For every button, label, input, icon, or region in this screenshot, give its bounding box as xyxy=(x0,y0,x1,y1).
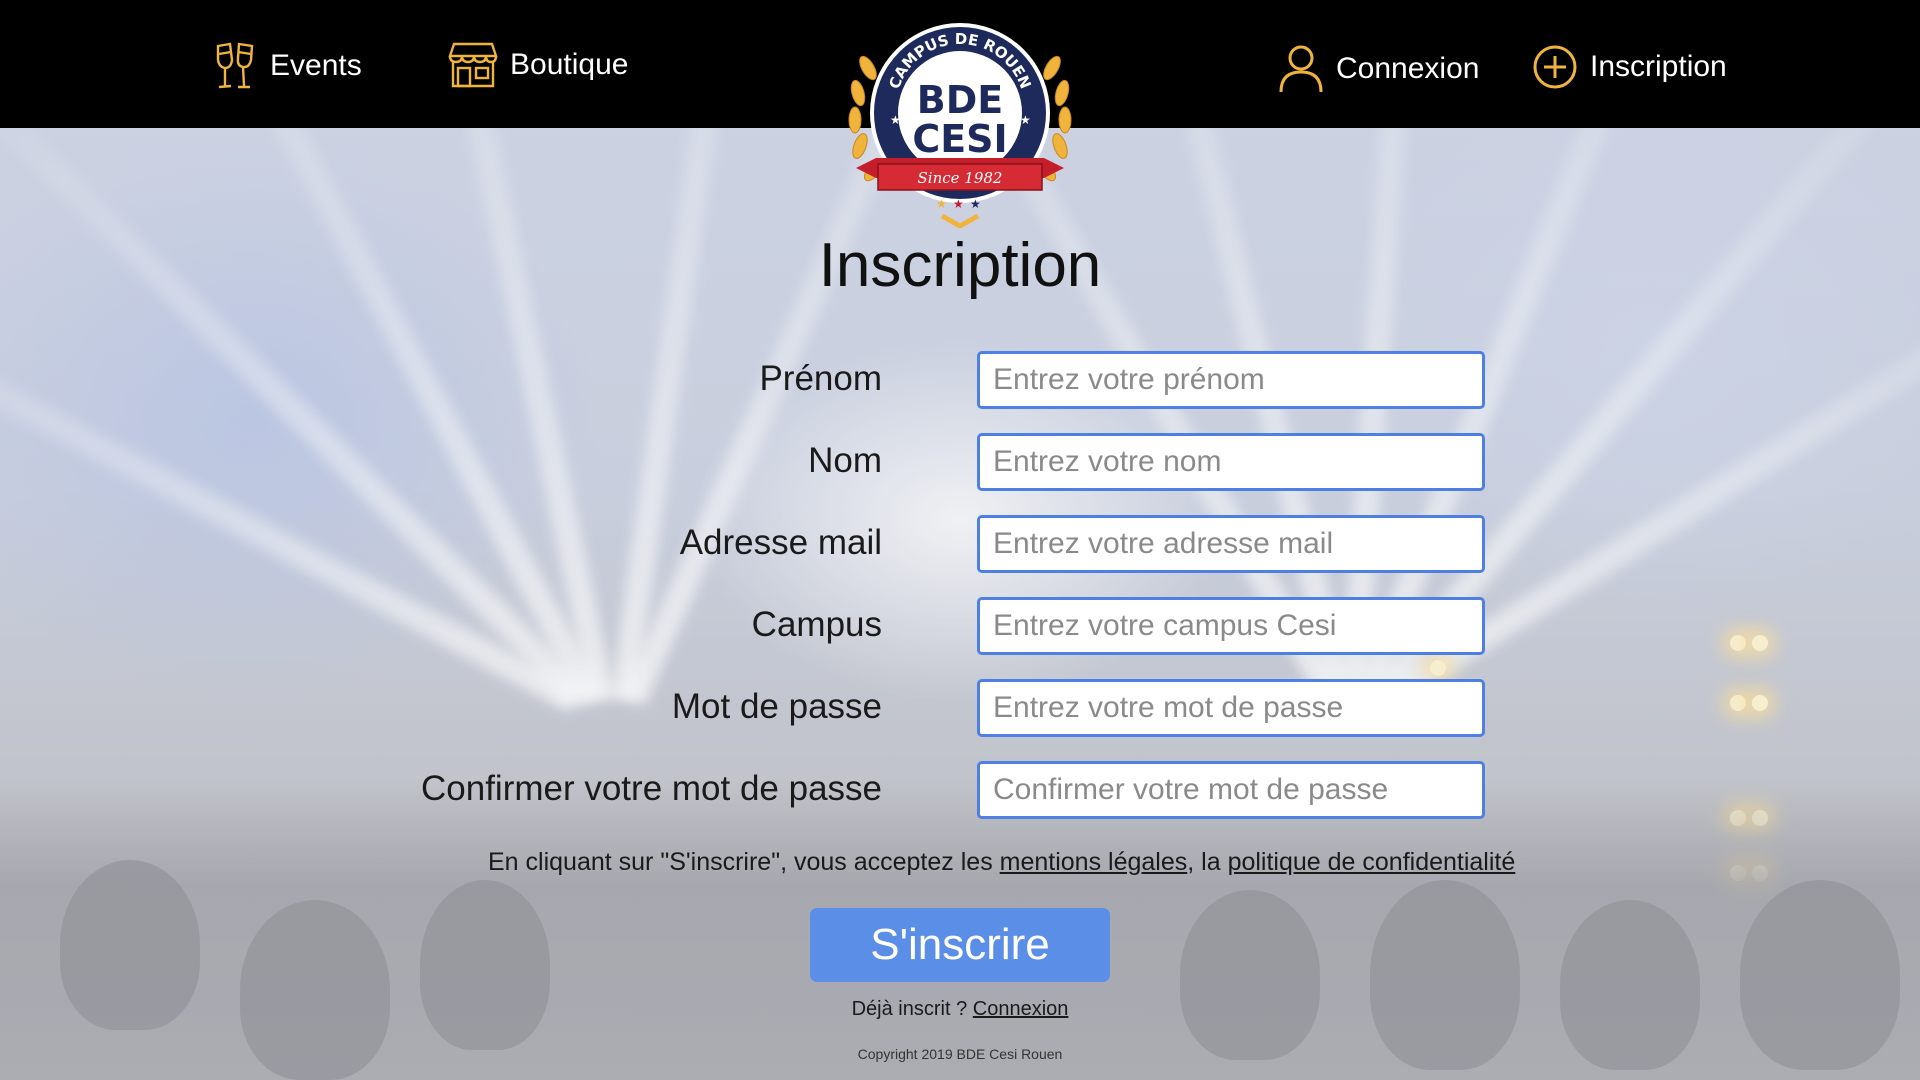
legal-mentions-link[interactable]: mentions légales xyxy=(1000,848,1188,876)
terms-text: En cliquant sur "S'inscrire", vous accep… xyxy=(400,848,1880,877)
lastname-row: Nom xyxy=(0,433,1920,491)
lastname-label: Nom xyxy=(808,441,882,480)
email-input[interactable] xyxy=(977,515,1485,573)
nav-events-link[interactable]: Events xyxy=(212,40,362,92)
svg-text:★: ★ xyxy=(1020,113,1031,127)
plus-circle-icon xyxy=(1533,45,1577,89)
firstname-label: Prénom xyxy=(759,359,882,398)
email-row: Adresse mail xyxy=(0,515,1920,573)
svg-text:★: ★ xyxy=(890,113,901,127)
confirm-password-row: Confirmer votre mot de passe xyxy=(0,761,1920,819)
login-link[interactable]: Connexion xyxy=(973,998,1069,1020)
bde-cesi-logo[interactable]: CAMPUS DE ROUEN BDE CESI ★ ★ Since 1982 … xyxy=(838,18,1082,229)
nav-inscription-label: Inscription xyxy=(1590,50,1727,83)
confirm-password-label: Confirmer votre mot de passe xyxy=(420,769,882,808)
terms-middle: , la xyxy=(1187,848,1228,876)
page-title: Inscription xyxy=(818,231,1102,300)
copyright: Copyright 2019 BDE Cesi Rouen xyxy=(857,1046,1063,1062)
already-text: Déjà inscrit ? xyxy=(851,998,973,1020)
password-label: Mot de passe xyxy=(671,687,882,726)
lastname-input[interactable] xyxy=(977,433,1485,491)
firstname-row: Prénom xyxy=(0,351,1920,409)
shop-icon xyxy=(448,42,498,88)
nav-boutique-link[interactable]: Boutique xyxy=(448,42,628,88)
logo-ribbon: Since 1982 xyxy=(918,169,1003,187)
logo-line2: CESI xyxy=(912,117,1007,161)
nav-boutique-label: Boutique xyxy=(510,48,629,81)
nav-events-label: Events xyxy=(270,49,362,82)
champagne-glasses-icon xyxy=(216,42,254,89)
nav-connexion-label: Connexion xyxy=(1336,52,1480,85)
logo-line1: BDE xyxy=(917,78,1003,122)
firstname-input[interactable] xyxy=(977,351,1485,409)
nav-connexion-link[interactable]: Connexion xyxy=(1278,44,1479,94)
svg-text:★: ★ xyxy=(953,197,964,211)
already-registered: Déjà inscrit ? Connexion xyxy=(760,998,1160,1021)
user-icon xyxy=(1279,45,1323,93)
email-label: Adresse mail xyxy=(679,523,882,562)
nav-inscription-link[interactable]: Inscription xyxy=(1532,44,1727,90)
svg-text:★: ★ xyxy=(970,197,981,211)
password-row: Mot de passe xyxy=(0,679,1920,737)
confirm-password-input[interactable] xyxy=(977,761,1485,819)
terms-prefix: En cliquant sur "S'inscrire", vous accep… xyxy=(488,848,1000,876)
signup-button[interactable]: S'inscrire xyxy=(810,908,1110,982)
campus-input[interactable] xyxy=(977,597,1485,655)
campus-row: Campus xyxy=(0,597,1920,655)
campus-label: Campus xyxy=(751,605,882,644)
password-input[interactable] xyxy=(977,679,1485,737)
privacy-policy-link[interactable]: politique de confidentialité xyxy=(1228,848,1516,876)
svg-text:★: ★ xyxy=(936,197,947,211)
